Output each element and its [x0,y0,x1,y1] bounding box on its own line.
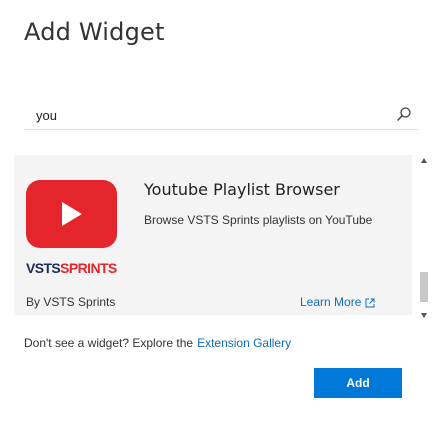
scroll-up-arrow-icon[interactable] [420,152,428,163]
search-box [24,100,418,130]
youtube-logo-icon [26,180,117,248]
learn-more-link[interactable]: Learn More [300,295,375,309]
widget-name: Youtube Playlist Browser [144,180,340,199]
widget-list-item[interactable]: VSTS SPRINTS Youtube Playlist Browser Br… [14,155,412,315]
search-input[interactable] [36,106,376,124]
extension-gallery-note: Don't see a widget? Explore the Extensio… [24,336,291,350]
widget-list: VSTS SPRINTS Youtube Playlist Browser Br… [0,150,434,318]
dialog-title: Add Widget [24,18,165,46]
search-icon[interactable] [396,106,412,122]
scrollbar-thumb[interactable] [420,272,428,302]
publisher-brand-logo: VSTS SPRINTS [26,260,117,276]
widget-list-scrollbar[interactable] [420,152,428,318]
widget-description: Browse VSTS Sprints playlists on YouTube [144,213,373,227]
brand-text-sprints: SPRINTS [60,260,117,276]
extension-gallery-link[interactable]: Extension Gallery [197,336,291,350]
scroll-down-arrow-icon[interactable] [420,306,428,318]
gallery-prompt-text: Don't see a widget? Explore the [24,336,194,350]
external-link-icon [365,297,375,308]
brand-text-vsts: VSTS [26,260,61,276]
learn-more-label: Learn More [300,295,362,309]
widget-publisher: By VSTS Sprints [26,295,116,309]
add-button[interactable]: Add [314,368,402,398]
